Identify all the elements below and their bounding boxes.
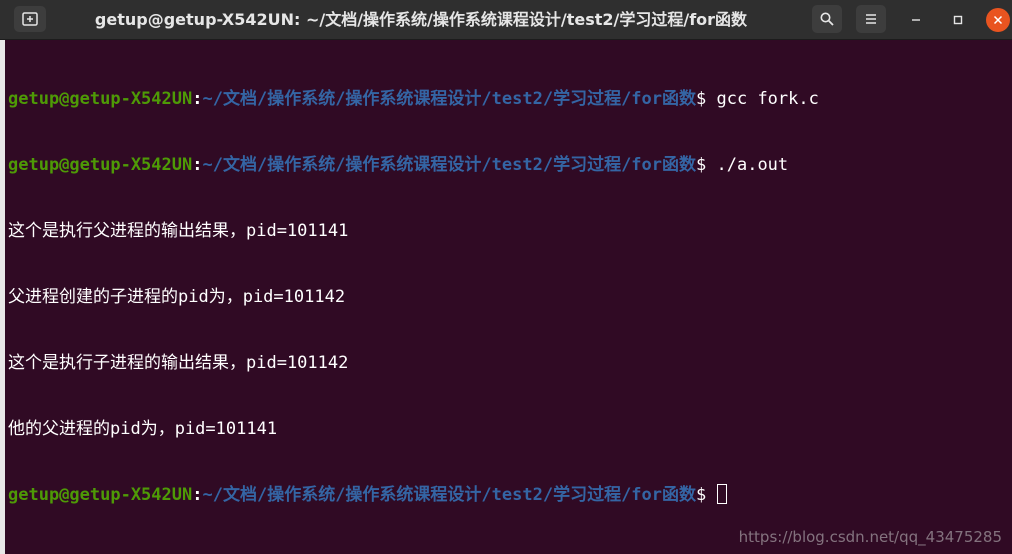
prompt-user: getup@getup-X542UN [8, 155, 193, 175]
output-line: 这个是执行子进程的输出结果，pid=101142 [8, 353, 349, 373]
prompt-symbol: $ [696, 485, 717, 505]
menu-button[interactable] [856, 5, 886, 33]
prompt-user: getup@getup-X542UN [8, 89, 193, 109]
current-prompt-line: getup@getup-X542UN:~/文档/操作系统/操作系统课程设计/te… [8, 484, 1012, 506]
output-line: 他的父进程的pid为，pid=101141 [8, 419, 278, 439]
watermark: https://blog.csdn.net/qq_43475285 [738, 528, 1002, 546]
prompt-user: getup@getup-X542UN [8, 485, 193, 505]
output-line: 这个是执行父进程的输出结果，pid=101141 [8, 221, 349, 241]
command-line: getup@getup-X542UN:~/文档/操作系统/操作系统课程设计/te… [8, 88, 1012, 110]
prompt-path: ~/文档/操作系统/操作系统课程设计/test2/学习过程/for函数 [202, 485, 697, 505]
search-icon [820, 12, 834, 26]
search-button[interactable] [812, 5, 842, 33]
window-title: getup@getup-X542UN: ~/文档/操作系统/操作系统课程设计/t… [94, 10, 748, 29]
hamburger-menu-icon [866, 14, 876, 24]
prompt-separator: : [192, 89, 203, 109]
new-tab-icon [22, 12, 38, 26]
terminal-output[interactable]: getup@getup-X542UN:~/文档/操作系统/操作系统课程设计/te… [0, 40, 1012, 554]
prompt-path: ~/文档/操作系统/操作系统课程设计/test2/学习过程/for函数 [202, 155, 697, 175]
command-line: getup@getup-X542UN:~/文档/操作系统/操作系统课程设计/te… [8, 154, 1012, 176]
prompt-symbol: $ [696, 89, 717, 109]
prompt-path: ~/文档/操作系统/操作系统课程设计/test2/学习过程/for函数 [202, 89, 697, 109]
close-button[interactable] [986, 8, 1010, 32]
text-cursor[interactable] [716, 484, 727, 504]
prompt-symbol: $ [696, 155, 717, 175]
maximize-button[interactable] [946, 8, 970, 32]
command-text: ./a.out [716, 155, 789, 175]
output-line: 父进程创建的子进程的pid为，pid=101142 [8, 287, 346, 307]
terminal-window: getup@getup-X542UN: ~/文档/操作系统/操作系统课程设计/t… [0, 0, 1012, 554]
command-text: gcc fork.c [716, 89, 819, 109]
title-bar: getup@getup-X542UN: ~/文档/操作系统/操作系统课程设计/t… [0, 0, 1012, 40]
minimize-icon [912, 19, 920, 21]
new-tab-button[interactable] [14, 6, 46, 32]
prompt-separator: : [192, 485, 203, 505]
maximize-icon [953, 15, 963, 25]
minimize-button[interactable] [904, 8, 928, 32]
prompt-separator: : [192, 155, 203, 175]
close-icon [993, 15, 1003, 25]
